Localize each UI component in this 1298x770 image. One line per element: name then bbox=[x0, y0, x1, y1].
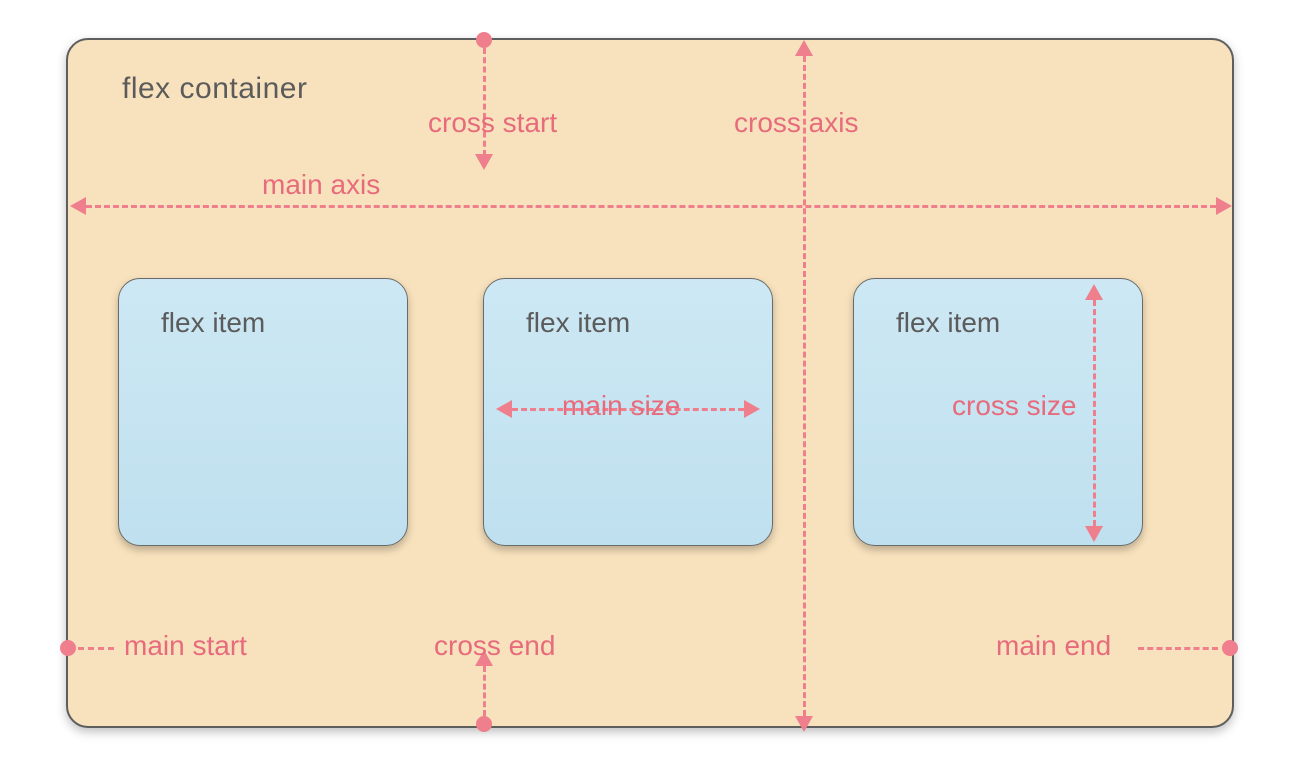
cross-start-dot-icon bbox=[476, 32, 492, 48]
main-size-arrow-left-icon bbox=[496, 400, 512, 418]
main-start-line bbox=[78, 647, 114, 650]
cross-end-line bbox=[483, 666, 486, 716]
main-end-label: main end bbox=[996, 630, 1111, 662]
main-size-arrow-right-icon bbox=[744, 400, 760, 418]
cross-start-arrow-down-icon bbox=[475, 154, 493, 170]
cross-start-label: cross start bbox=[428, 107, 557, 139]
main-axis-line bbox=[86, 205, 1216, 208]
cross-axis-line bbox=[803, 56, 806, 716]
flex-container-label: flex container bbox=[122, 72, 307, 106]
diagram-stage: flex container flex item flex item flex … bbox=[0, 0, 1298, 770]
flex-item-2-label: flex item bbox=[526, 307, 630, 339]
cross-end-dot-icon bbox=[476, 716, 492, 732]
cross-end-label: cross end bbox=[434, 630, 555, 662]
cross-size-line bbox=[1093, 300, 1096, 526]
flex-item-1-label: flex item bbox=[161, 307, 265, 339]
cross-axis-arrow-up-icon bbox=[795, 40, 813, 56]
cross-size-label: cross size bbox=[952, 390, 1076, 422]
main-axis-arrow-left-icon bbox=[70, 197, 86, 215]
main-axis-arrow-right-icon bbox=[1216, 197, 1232, 215]
main-end-line bbox=[1138, 647, 1218, 650]
flex-item-1: flex item bbox=[118, 278, 408, 546]
main-size-label: main size bbox=[562, 390, 680, 422]
cross-axis-arrow-down-icon bbox=[795, 716, 813, 732]
cross-axis-label: cross axis bbox=[734, 107, 858, 139]
main-start-dot-icon bbox=[60, 640, 76, 656]
flex-item-3-label: flex item bbox=[896, 307, 1000, 339]
main-axis-label: main axis bbox=[262, 169, 380, 201]
cross-start-line bbox=[483, 48, 486, 156]
main-end-dot-icon bbox=[1222, 640, 1238, 656]
cross-size-arrow-up-icon bbox=[1085, 284, 1103, 300]
main-start-label: main start bbox=[124, 630, 247, 662]
cross-size-arrow-down-icon bbox=[1085, 526, 1103, 542]
